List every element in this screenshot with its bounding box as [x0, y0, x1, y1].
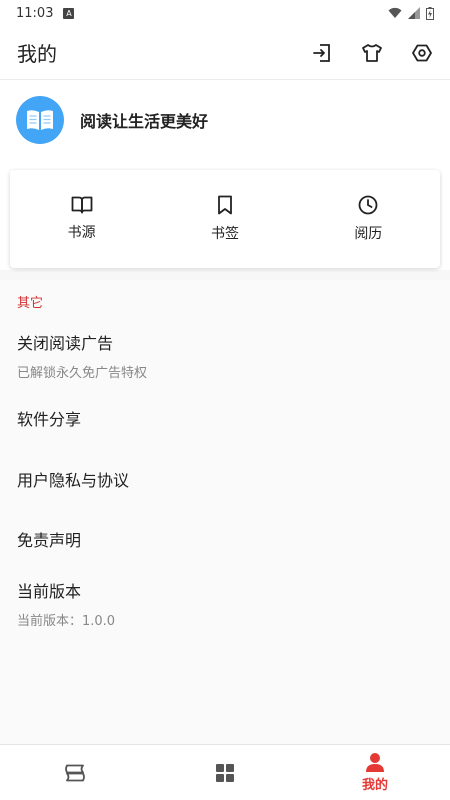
quick-link-label: 阅历	[354, 226, 383, 242]
grid-icon	[216, 763, 234, 782]
quick-link-bookmarks[interactable]: 书签	[153, 170, 296, 268]
other-section: 其它 关闭阅读广告 已解锁永久免广告特权 软件分享 用户隐私与协议 免责声明 当…	[0, 280, 450, 744]
quick-link-label: 书签	[210, 226, 239, 242]
list-item-title: 用户隐私与协议	[17, 471, 130, 490]
theme-button[interactable]	[360, 41, 384, 65]
avatar	[16, 96, 64, 144]
battery-icon	[426, 6, 434, 20]
quick-link-history[interactable]: 阅历	[297, 170, 440, 268]
person-icon	[366, 753, 384, 772]
section-header: 其它	[17, 296, 44, 311]
list-item-title: 软件分享	[17, 410, 82, 429]
nav-item-bookshelf[interactable]	[0, 745, 150, 800]
app-bar-actions	[310, 41, 434, 65]
exit-icon	[313, 43, 330, 62]
profile-slogan: 阅读让生活更美好	[80, 112, 209, 131]
clock-icon	[358, 195, 378, 215]
bookshelf-icon	[65, 764, 85, 781]
bottom-nav: 我的	[0, 744, 450, 800]
list-item-title: 免责声明	[17, 531, 82, 550]
open-book-icon	[27, 110, 53, 130]
list-item-title: 关闭阅读广告	[17, 334, 114, 353]
quick-link-label: 书源	[67, 225, 96, 241]
list-item-close-ads[interactable]: 关闭阅读广告 已解锁永久免广告特权	[17, 330, 147, 381]
list-item-privacy[interactable]: 用户隐私与协议	[17, 467, 129, 491]
list-item-share[interactable]: 软件分享	[17, 406, 81, 430]
book-icon	[71, 196, 93, 214]
list-item-disclaimer[interactable]: 免责声明	[17, 527, 81, 551]
exit-button[interactable]	[310, 41, 334, 65]
profile-section: 阅读让生活更美好 书源 书签 阅历	[0, 80, 450, 270]
status-left: 11:03 A	[16, 5, 75, 21]
list-item-subtitle: 当前版本：1.0.0	[17, 614, 116, 629]
notification-icon: A	[63, 7, 75, 19]
nav-item-me[interactable]: 我的	[300, 745, 450, 800]
app-bar: 我的	[0, 26, 450, 80]
wifi-icon	[388, 7, 402, 18]
status-time: 11:03	[16, 5, 54, 21]
status-right	[388, 6, 434, 20]
settings-icon	[412, 44, 432, 61]
profile-row[interactable]: 阅读让生活更美好	[16, 96, 208, 144]
settings-button[interactable]	[410, 41, 434, 65]
quick-link-book-sources[interactable]: 书源	[10, 170, 153, 268]
list-item-version[interactable]: 当前版本 当前版本：1.0.0	[17, 578, 115, 629]
signal-icon	[408, 7, 420, 19]
nav-label-me: 我的	[361, 778, 388, 793]
bookmark-icon	[218, 195, 232, 215]
status-bar: 11:03 A	[0, 0, 450, 26]
page-title: 我的	[17, 42, 57, 66]
list-item-title: 当前版本	[17, 582, 82, 601]
tshirt-icon	[362, 43, 382, 62]
nav-item-discover[interactable]	[150, 745, 300, 800]
list-item-subtitle: 已解锁永久免广告特权	[17, 366, 148, 381]
quick-links-card: 书源 书签 阅历	[10, 170, 440, 268]
